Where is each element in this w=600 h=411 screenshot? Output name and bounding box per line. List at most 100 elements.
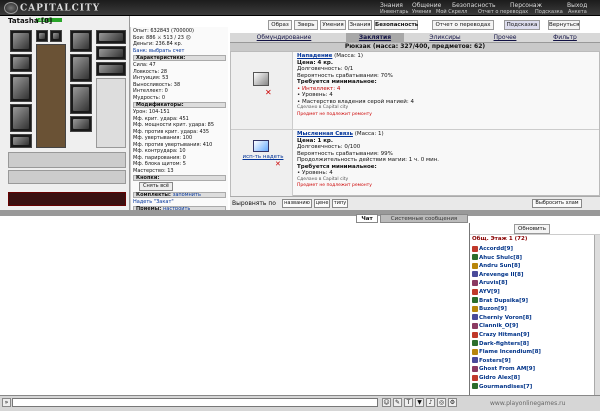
nav-profile[interactable]: Анкета	[568, 9, 587, 15]
nav-security[interactable]: Безопасность	[452, 2, 496, 9]
translit-icon[interactable]: T	[404, 398, 413, 407]
player-name[interactable]: Cherniy Voron[8]	[479, 315, 532, 321]
list-item[interactable]: Ahuc Shulc[8]	[472, 254, 522, 262]
pet-button[interactable]: Зверь	[294, 20, 318, 30]
tab-chat[interactable]: Чат	[356, 214, 378, 223]
list-item[interactable]: Fosters[9]	[472, 357, 511, 365]
set-item-link[interactable]: Надеть "Закат"	[133, 199, 226, 206]
player-name[interactable]: Arevenge II[8]	[479, 272, 523, 278]
player-name[interactable]: Buzon[9]	[479, 306, 507, 312]
return-button[interactable]: Вернуться	[548, 20, 580, 30]
security-button[interactable]: Безопасность	[374, 20, 418, 30]
chat-splitter[interactable]	[0, 210, 600, 216]
delete-icon[interactable]: ✕	[275, 160, 281, 168]
player-name[interactable]: Fosters[9]	[479, 358, 511, 364]
weapon-slot[interactable]	[10, 74, 32, 102]
tab-other[interactable]: Прочее	[480, 33, 530, 43]
bracer-slot[interactable]	[10, 54, 32, 72]
nav-inventory[interactable]: Инвентарь	[380, 9, 408, 15]
sound-icon[interactable]: ♪	[426, 398, 435, 407]
item-name[interactable]: Нападение	[297, 53, 332, 59]
list-item[interactable]: AYV[9]	[472, 288, 500, 296]
player-name[interactable]: Dark-fighters[8]	[479, 341, 529, 347]
amulet-slot[interactable]	[50, 30, 62, 42]
scroll-icon[interactable]	[253, 140, 269, 152]
chat-input[interactable]	[12, 398, 378, 407]
online-scrollbar[interactable]	[594, 235, 600, 395]
scroll-icon[interactable]	[253, 72, 269, 86]
quick-slots[interactable]	[8, 152, 126, 168]
smiley-icon[interactable]: ☺	[382, 398, 391, 407]
belt-pockets[interactable]	[96, 78, 126, 148]
undress-all-button[interactable]: Снять всё	[139, 182, 173, 191]
ring-slot-1[interactable]	[96, 30, 126, 44]
player-name[interactable]: Clannik_O[9]	[479, 323, 518, 329]
list-item[interactable]: Crazy Hitman[9]	[472, 331, 530, 339]
helmet-slot[interactable]	[10, 30, 32, 52]
refresh-button[interactable]: Обновить	[514, 224, 550, 234]
use-wear-link[interactable]: исп-ть надеть	[237, 154, 289, 161]
transfer-report-button[interactable]: Отчет о переводах	[432, 20, 494, 30]
tab-spells[interactable]: Заклятия	[346, 33, 404, 43]
discard-junk-button[interactable]: Выбросить хлам	[532, 199, 582, 208]
clear-icon[interactable]: ✎	[393, 398, 402, 407]
characteristics-header[interactable]: Характеристики:	[133, 55, 226, 61]
nav-knowledge[interactable]: Знания	[380, 2, 403, 9]
list-item[interactable]: Buzon[9]	[472, 305, 507, 313]
list-item[interactable]: Accordd[9]	[472, 245, 513, 253]
belt-slot[interactable]	[10, 134, 32, 148]
player-name[interactable]: Ghost From AM[9]	[479, 366, 535, 372]
player-name[interactable]: Accordd[9]	[479, 246, 513, 252]
player-name[interactable]: Gidro Alex[8]	[479, 375, 520, 381]
look-button[interactable]: Образ	[268, 20, 292, 30]
sets-header[interactable]: Комплекты: запомнить	[133, 191, 226, 198]
ring-slot-3[interactable]	[96, 62, 126, 76]
skills-button[interactable]: Умения	[320, 20, 346, 30]
list-item[interactable]: Ghost From AM[9]	[472, 365, 535, 373]
hint-button[interactable]: Подсказка	[504, 20, 540, 30]
list-item[interactable]: Arevenge II[8]	[472, 271, 523, 279]
chat-mode-icon[interactable]: »	[2, 398, 11, 407]
spell-slots[interactable]	[8, 170, 126, 184]
leggings-slot[interactable]	[70, 84, 92, 114]
list-item[interactable]: Flame Incendium[8]	[472, 348, 541, 356]
player-name[interactable]: Andru Sun[8]	[479, 263, 520, 269]
boots-slot[interactable]	[70, 116, 92, 132]
nav-character[interactable]: Персонаж	[510, 2, 542, 9]
list-item[interactable]: Gidro Alex[8]	[472, 374, 520, 382]
player-name[interactable]: Ahuc Shulc[8]	[479, 255, 522, 261]
tab-system-messages[interactable]: Системные сообщения	[380, 214, 468, 223]
delete-icon[interactable]: ✕	[265, 88, 272, 97]
bank-line[interactable]: Банк: выбрать счет	[133, 48, 226, 55]
player-name[interactable]: Aruvis[8]	[479, 280, 507, 286]
nav-communication[interactable]: Общение	[412, 2, 441, 9]
list-item[interactable]: Aruvis[8]	[472, 279, 507, 287]
armor-slot[interactable]	[10, 104, 32, 132]
earring-slot[interactable]	[36, 30, 48, 42]
list-item[interactable]: Brat Dupsika[9]	[472, 297, 528, 305]
sort-by-type-button[interactable]: типу	[332, 199, 348, 208]
tab-elixirs[interactable]: Эликсиры	[416, 33, 474, 43]
gloves-slot[interactable]	[70, 30, 92, 52]
player-name[interactable]: Gourmandises[7]	[479, 384, 532, 390]
buttons-header[interactable]: Кнопки:	[133, 175, 226, 181]
filter-icon[interactable]: ▼	[415, 398, 424, 407]
nav-my-scroll[interactable]: Мой Скрелл	[436, 9, 467, 15]
nav-transfer-report[interactable]: Отчет о переводах	[478, 9, 528, 15]
list-item[interactable]: Andru Sun[8]	[472, 262, 520, 270]
modifiers-header[interactable]: Модификаторы:	[133, 102, 226, 108]
list-item[interactable]: Gourmandises[7]	[472, 383, 532, 391]
player-name[interactable]: Flame Incendium[8]	[479, 349, 541, 355]
item-name[interactable]: Мысленная Связь	[297, 131, 353, 137]
player-name[interactable]: Brat Dupsika[9]	[479, 298, 528, 304]
player-name[interactable]: AYV[9]	[479, 289, 500, 295]
nav-skills[interactable]: Умения	[412, 9, 431, 15]
nav-exit[interactable]: Выход	[567, 2, 587, 9]
settings-icon[interactable]: ⚙	[448, 398, 457, 407]
tab-equipment[interactable]: Обмундирование	[234, 33, 334, 43]
list-item[interactable]: Clannik_O[9]	[472, 322, 518, 330]
list-item[interactable]: Dark-fighters[8]	[472, 340, 529, 348]
sort-by-price-button[interactable]: цене	[314, 199, 330, 208]
channel-icon[interactable]: ◎	[437, 398, 446, 407]
tab-filter[interactable]: Фильтр	[540, 33, 590, 43]
